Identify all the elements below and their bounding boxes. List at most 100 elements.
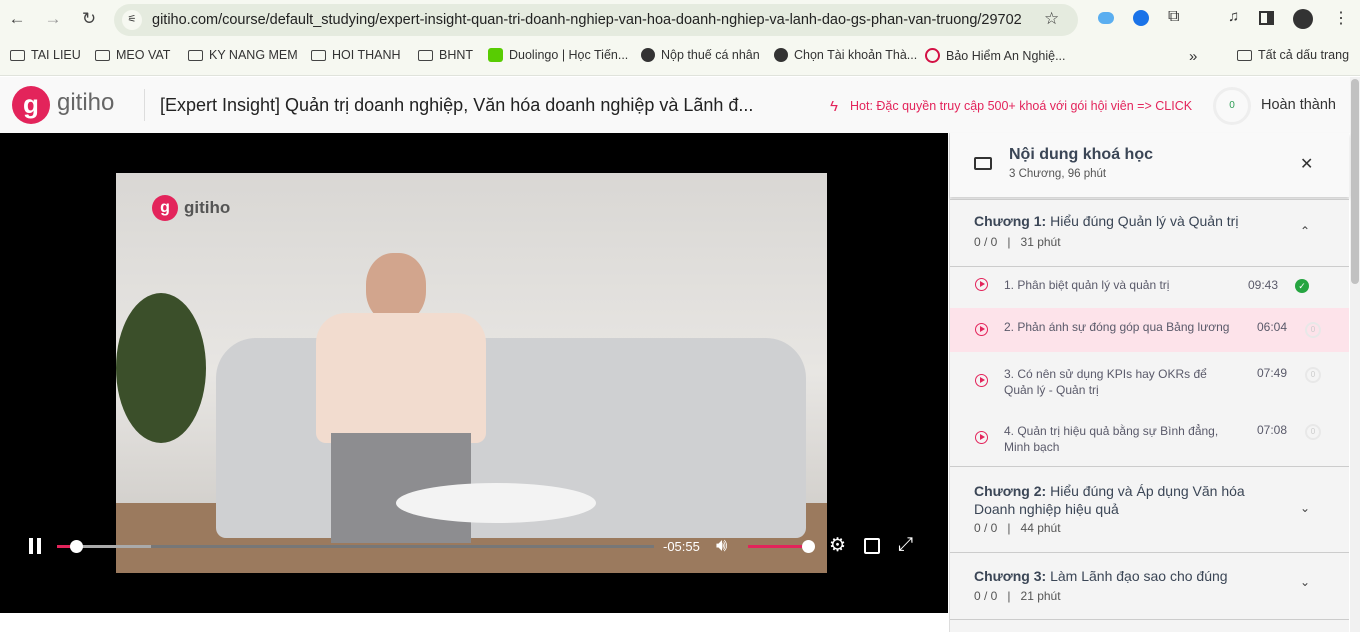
forward-icon[interactable]: → bbox=[42, 8, 64, 30]
lesson-item[interactable]: 4. Quản trị hiệu quả bằng sự Bình đẳng, … bbox=[950, 410, 1349, 466]
volume-icon[interactable]: 🔊︎ bbox=[716, 535, 727, 556]
time-remaining: -05:55 bbox=[663, 539, 700, 554]
pause-button[interactable] bbox=[28, 538, 44, 554]
back-icon[interactable]: ← bbox=[6, 8, 28, 30]
progress-ring-icon: 0 bbox=[1305, 322, 1321, 338]
chapter-meta: 0 / 0 | 44 phút bbox=[974, 521, 1061, 535]
star-icon[interactable]: ☆ bbox=[1044, 9, 1059, 29]
course-video-icon bbox=[974, 157, 992, 170]
gitiho-logo-icon[interactable]: g bbox=[12, 86, 50, 124]
chapter-title: Chương 3: Làm Lãnh đạo sao cho đúng bbox=[974, 567, 1284, 585]
bookmark-nop-thue[interactable]: Nộp thuế cá nhân bbox=[641, 48, 760, 62]
progress-ring: 0 bbox=[1213, 87, 1251, 125]
table bbox=[396, 483, 596, 523]
folder-icon bbox=[10, 49, 25, 61]
complete-label: Hoàn thành bbox=[1261, 97, 1336, 113]
chapter-progress: 0 / 0 bbox=[974, 521, 998, 535]
chapter-progress: 0 / 0 bbox=[974, 235, 998, 249]
close-icon[interactable]: ✕ bbox=[1300, 154, 1313, 174]
lesson-duration: 09:43 bbox=[1248, 278, 1279, 292]
reload-icon[interactable]: ↻ bbox=[78, 8, 100, 30]
watermark-text: gitiho bbox=[184, 198, 231, 217]
chapter-name: Hiểu đúng Quản lý và Quản trị bbox=[1050, 213, 1239, 229]
plant bbox=[116, 293, 206, 443]
fullscreen-icon[interactable]: ⤢ bbox=[898, 534, 913, 556]
chapter-duration: 44 phút bbox=[1020, 521, 1061, 535]
chapter-meta: 0 / 0 | 21 phút bbox=[974, 589, 1061, 603]
play-circle-icon bbox=[975, 323, 988, 336]
seek-bar[interactable] bbox=[57, 540, 654, 553]
chapter-title: Chương 2: Hiểu đúng và Áp dụng Văn hóa D… bbox=[974, 482, 1264, 518]
chapter-progress: 0 / 0 bbox=[974, 589, 998, 603]
duolingo-icon bbox=[488, 48, 503, 62]
bookmark-bhnt[interactable]: BHNT bbox=[418, 48, 473, 62]
address-bar[interactable]: ⚟ gitiho.com/course/default_studying/exp… bbox=[114, 4, 1078, 36]
folder-icon bbox=[188, 49, 203, 61]
seek-handle[interactable] bbox=[70, 540, 83, 553]
play-circle-icon bbox=[975, 431, 988, 444]
chapter-1-header[interactable]: Chương 1: Hiểu đúng Quản lý và Quản trị … bbox=[950, 199, 1349, 267]
lesson-item[interactable]: 3. Có nên sử dụng KPIs hay OKRs để Quản … bbox=[950, 352, 1349, 410]
chapter-meta: 0 / 0 | 31 phút bbox=[974, 235, 1061, 249]
divider bbox=[144, 89, 145, 121]
chapter-name: Làm Lãnh đạo sao cho đúng bbox=[1050, 568, 1228, 584]
chevron-down-icon[interactable]: ⌄ bbox=[1300, 575, 1310, 589]
globe-icon bbox=[641, 48, 655, 62]
site-info-icon[interactable]: ⚟ bbox=[122, 10, 142, 30]
watermark-logo-icon: g bbox=[152, 195, 178, 221]
menu-icon[interactable]: ⋮ bbox=[1333, 8, 1349, 28]
chapter-2-header[interactable]: Chương 2: Hiểu đúng và Áp dụng Văn hóa D… bbox=[950, 466, 1349, 552]
all-bookmarks[interactable]: Tất cả dấu trang bbox=[1237, 48, 1349, 62]
page-scrollbar[interactable] bbox=[1350, 77, 1360, 632]
chapter-prefix: Chương 3: bbox=[974, 568, 1047, 584]
url-text[interactable]: gitiho.com/course/default_studying/exper… bbox=[152, 12, 1022, 28]
bookmark-extension-icon[interactable] bbox=[1133, 10, 1149, 26]
bookmark-duolingo[interactable]: Duolingo | Học Tiến... bbox=[488, 48, 628, 62]
bookmarks-overflow-button[interactable]: » bbox=[1189, 48, 1197, 65]
lesson-title: 1. Phân biệt quản lý và quản trị bbox=[1004, 278, 1170, 292]
course-header: g gitiho [Expert Insight] Quản trị doanh… bbox=[0, 77, 1350, 133]
chapter-prefix: Chương 1: bbox=[974, 213, 1047, 229]
lightning-icon: ϟ bbox=[830, 98, 838, 115]
bookmark-tai-lieu[interactable]: TAI LIEU bbox=[10, 48, 81, 62]
bookmark-ky-nang-mem[interactable]: KY NANG MEM bbox=[188, 48, 298, 62]
icloud-icon[interactable] bbox=[1098, 12, 1114, 24]
video-frame[interactable]: g gitiho bbox=[116, 173, 827, 573]
bookmark-label: BHNT bbox=[439, 48, 474, 62]
bookmarks-bar: TAI LIEU MEO VAT KY NANG MEM HOI THANH B… bbox=[0, 38, 1360, 76]
bookmark-label: TAI LIEU bbox=[31, 48, 81, 62]
bookmark-hoi-thanh[interactable]: HOI THANH bbox=[311, 48, 401, 62]
bookmark-meo-vat[interactable]: MEO VAT bbox=[95, 48, 170, 62]
lesson-title: 3. Có nên sử dụng KPIs hay OKRs để Quản … bbox=[1004, 367, 1207, 397]
bookmark-label: HOI THANH bbox=[332, 48, 401, 62]
chevron-up-icon[interactable]: ⌃ bbox=[1300, 224, 1310, 238]
lesson-item-active[interactable]: 2. Phản ánh sự đóng góp qua Bảng lương 0… bbox=[950, 308, 1349, 352]
extensions-icon[interactable]: ⧉ bbox=[1168, 8, 1179, 26]
play-circle-icon bbox=[975, 278, 988, 291]
side-panel-icon[interactable] bbox=[1259, 11, 1274, 25]
lesson-title: 4. Quản trị hiệu quả bằng sự Bình đẳng, … bbox=[1004, 424, 1219, 454]
volume-slider[interactable] bbox=[748, 540, 815, 553]
popout-icon[interactable] bbox=[864, 538, 880, 554]
bookmark-bao-hiem[interactable]: Bảo Hiểm An Nghiệ... bbox=[925, 48, 1066, 63]
lesson-title: 2. Phản ánh sự đóng góp qua Bảng lương bbox=[1004, 320, 1230, 334]
avatar[interactable] bbox=[1293, 9, 1313, 29]
logo-text[interactable]: gitiho bbox=[57, 89, 114, 117]
chapter-duration: 21 phút bbox=[1020, 589, 1061, 603]
bookmark-chon-tai-khoan[interactable]: Chọn Tài khoản Thà... bbox=[774, 48, 917, 62]
chapter-3-header[interactable]: Chương 3: Làm Lãnh đạo sao cho đúng 0 / … bbox=[950, 552, 1349, 620]
lesson-item[interactable]: 1. Phân biệt quản lý và quản trị 09:43 ✓ bbox=[950, 268, 1349, 308]
globe-icon bbox=[774, 48, 788, 62]
chevron-down-icon[interactable]: ⌄ bbox=[1300, 501, 1310, 515]
settings-icon[interactable]: ⚙ bbox=[829, 534, 846, 557]
bookmark-label: MEO VAT bbox=[116, 48, 171, 62]
chapter-prefix: Chương 2: bbox=[974, 483, 1047, 499]
folder-icon bbox=[95, 49, 110, 61]
play-circle-icon bbox=[975, 374, 988, 387]
video-player[interactable]: g gitiho -05:55 🔊︎ ⚙ ⤢ bbox=[0, 133, 948, 613]
hot-promo-link[interactable]: Hot: Đặc quyền truy cập 500+ khoá với gó… bbox=[850, 99, 1192, 113]
media-icon[interactable]: ♫ bbox=[1228, 8, 1239, 25]
folder-icon bbox=[418, 49, 433, 61]
progress-ring-icon: 0 bbox=[1305, 424, 1321, 440]
bookmark-label: Chọn Tài khoản Thà... bbox=[794, 48, 918, 62]
